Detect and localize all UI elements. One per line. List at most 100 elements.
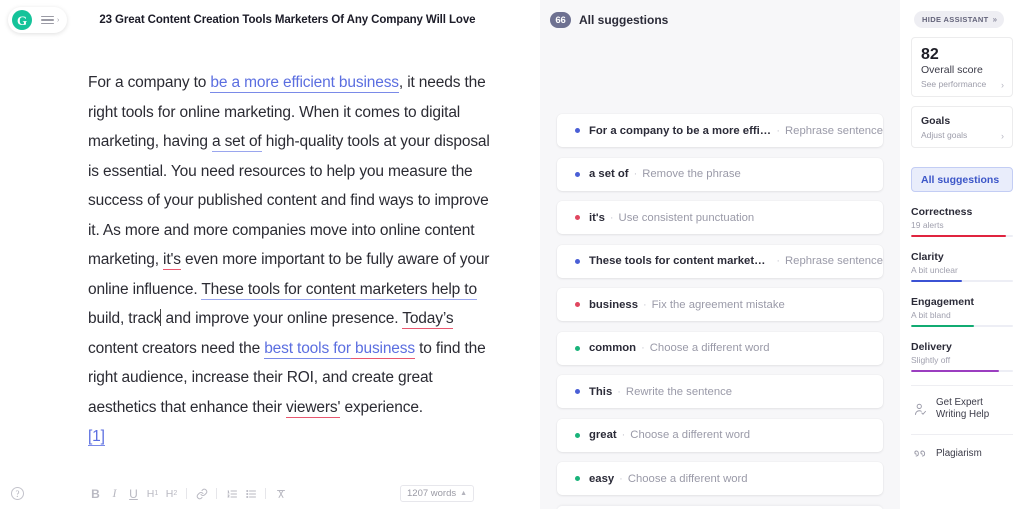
suggestion-type-dot	[575, 476, 580, 481]
heading-1-button[interactable]: H1	[143, 484, 162, 503]
suggestion-target-text: a set of	[589, 168, 629, 180]
suggestion-action-text: Rephrase sentence	[785, 255, 883, 267]
suggestions-title: All suggestions	[579, 13, 669, 27]
document-text[interactable]: For a company to be a more efficient bus…	[88, 68, 490, 452]
editor-toolbar: ? B I U H1 H2 1207 words ▲	[0, 478, 540, 509]
correctness-suggestion-highlight[interactable]: viewers'	[286, 398, 340, 418]
suggestion-card[interactable]: common · Choose a different word	[557, 331, 883, 365]
suggestion-separator: ·	[633, 168, 638, 180]
suggestion-type-dot	[575, 215, 580, 220]
suggestions-header: 66 All suggestions	[540, 0, 900, 40]
ordered-list-icon[interactable]	[222, 484, 241, 503]
score-category-bar	[911, 325, 1013, 327]
suggestion-action-text: Choose a different word	[630, 429, 751, 441]
suggestion-target-text: it's	[589, 211, 605, 224]
heading-2-button[interactable]: H2	[162, 484, 181, 503]
score-category[interactable]: Correctness 19 alerts	[911, 206, 1013, 237]
sidebar-item-label: Plagiarism	[936, 447, 982, 459]
suggestion-action-text: Rephrase sentence	[785, 124, 883, 137]
score-category-list: Correctness 19 alerts Clarity A bit unclear…	[911, 206, 1013, 372]
suggestion-card[interactable]: business · Fix the agreement mistake	[557, 288, 883, 321]
sidebar-item-plagiarism[interactable]: Plagiarism	[911, 446, 1013, 461]
suggestion-card[interactable]: a set of · Remove the phrase	[557, 157, 883, 191]
suggestion-card[interactable]: For a company to be a more effici… · Rephr…	[557, 114, 883, 147]
suggestion-action-text: Choose a different word	[649, 342, 770, 354]
suggestion-type-dot	[575, 128, 580, 133]
score-category[interactable]: Delivery Slightly off	[911, 341, 1013, 372]
hide-assistant-button[interactable]: HIDE ASSISTANT »	[914, 11, 1005, 28]
text-run: high-quality tools at your disposal is e…	[88, 133, 490, 268]
h2-sub: 2	[173, 490, 178, 497]
suggestion-target-text: This	[589, 385, 613, 398]
score-category[interactable]: Engagement A bit bland	[911, 296, 1013, 327]
toolbar-divider	[216, 488, 217, 499]
document-canvas[interactable]: For a company to be a more efficient bus…	[0, 40, 540, 478]
suggestion-action-text: Remove the phrase	[642, 168, 741, 180]
word-count-button[interactable]: 1207 words ▲	[400, 485, 475, 502]
sidebar-divider	[911, 385, 1013, 386]
suggestion-card[interactable]: This · Rewrite the sentence	[557, 375, 883, 408]
suggestion-card[interactable]: These tools for content marketers… · Rephr…	[557, 244, 883, 278]
reference-link[interactable]: [1]	[88, 428, 105, 446]
hamburger-menu-icon[interactable]	[41, 15, 54, 25]
chevron-right-icon: ›	[1001, 80, 1004, 90]
score-category-name: Engagement	[911, 296, 975, 308]
suggestion-target-text: business	[589, 298, 638, 311]
sidebar-item-expert-help[interactable]: Get Expert Writing Help	[911, 397, 1013, 421]
clarity-suggestion-highlight[interactable]: a set of	[211, 133, 262, 152]
correctness-suggestion-highlight[interactable]: it's	[163, 251, 181, 270]
suggestion-separator: ·	[621, 429, 626, 441]
score-category-status: Slightly off	[911, 355, 951, 365]
text-run: and improve your online presence.	[161, 310, 403, 327]
word-count-label: 1207 words	[407, 488, 457, 499]
score-category-bar	[911, 370, 1013, 372]
editor-column: G › 23 Great Content Creation Tools Mark…	[0, 0, 540, 509]
chevron-up-icon: ▲	[460, 490, 468, 497]
suggestion-separator: ·	[776, 255, 781, 267]
link-icon[interactable]	[192, 484, 211, 503]
goals-title: Goals	[921, 115, 951, 127]
bold-button[interactable]: B	[86, 484, 105, 503]
goals-card[interactable]: Goals Adjust goals ›	[911, 106, 1013, 148]
see-performance-link[interactable]: See performance	[921, 79, 1003, 89]
expert-writer-icon	[913, 402, 928, 417]
correctness-suggestion-highlight[interactable]: Today’s	[402, 310, 454, 329]
suggestion-card[interactable]: great · Choose a different word	[557, 418, 883, 452]
suggestions-count-badge: 66	[550, 12, 571, 28]
suggestion-target-text: These tools for content marketers…	[589, 255, 772, 267]
grammarly-editor-app: G › 23 Great Content Creation Tools Mark…	[0, 0, 1024, 509]
overall-score-card[interactable]: 82 Overall score See performance ›	[911, 37, 1013, 97]
clear-formatting-icon[interactable]	[271, 484, 290, 503]
suggestion-card[interactable]: easy · Choose a different word	[557, 462, 883, 495]
formatting-controls: B I U H1 H2	[86, 484, 290, 503]
document-title[interactable]: 23 Great Content Creation Tools Marketer…	[99, 14, 475, 26]
suggestion-target-text: easy	[589, 472, 615, 485]
suggestion-card-partial[interactable]	[557, 505, 883, 509]
adjust-goals-link[interactable]: Adjust goals	[921, 130, 1003, 140]
suggestion-separator: ·	[609, 211, 614, 224]
text-run: build, track	[88, 310, 162, 327]
suggestion-separator: ·	[776, 124, 781, 137]
grammarly-logo-icon[interactable]: G	[12, 10, 32, 30]
bullet-list-icon[interactable]	[241, 484, 260, 503]
italic-button[interactable]: I	[105, 484, 124, 503]
hide-assistant-label: HIDE ASSISTANT	[922, 15, 989, 24]
grammarly-logo-menu-pill[interactable]: G ›	[8, 7, 68, 33]
menu-caret-icon[interactable]: ›	[57, 17, 59, 24]
combined-suggestion-highlight[interactable]: business	[350, 339, 415, 359]
score-category-status: A bit unclear	[911, 265, 958, 275]
help-icon[interactable]: ?	[11, 487, 24, 500]
clarity-suggestion-highlight[interactable]: be a more efficient business	[210, 74, 399, 93]
suggestion-type-dot	[575, 345, 580, 351]
score-category[interactable]: Clarity A bit unclear	[911, 251, 1013, 282]
all-suggestions-button[interactable]: All suggestions	[911, 167, 1013, 192]
score-category-status: 19 alerts	[911, 220, 944, 230]
text-run: experience.	[340, 398, 423, 416]
double-chevron-right-icon: »	[992, 15, 998, 24]
quotation-marks-icon	[913, 446, 928, 461]
underline-button[interactable]: U	[124, 484, 143, 503]
clarity-suggestion-highlight[interactable]: best tools for	[264, 339, 351, 359]
score-category-status: A bit bland	[911, 310, 951, 320]
suggestion-card[interactable]: it's · Use consistent punctuation	[557, 201, 883, 234]
clarity-suggestion-highlight[interactable]: These tools for content marketers help t…	[201, 280, 477, 300]
